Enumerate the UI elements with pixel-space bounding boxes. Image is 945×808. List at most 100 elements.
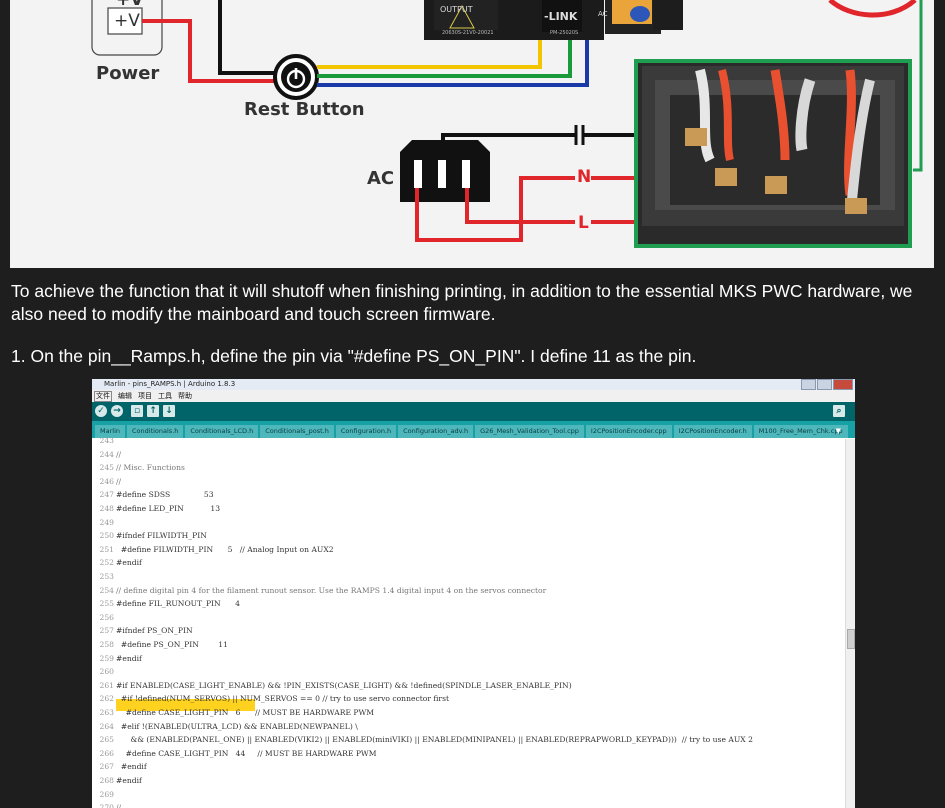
line-number: 246 <box>99 476 115 486</box>
code-line[interactable]: 266 #define CASE_LIGHT_PIN 44 // MUST BE… <box>92 747 377 760</box>
code-line[interactable]: 252 #endif <box>92 556 142 569</box>
line-number: 249 <box>99 517 115 527</box>
tab-configuration[interactable]: Configuration.h <box>335 425 397 438</box>
code-line[interactable]: 255 #define FIL_RUNOUT_PIN 4 <box>92 597 241 610</box>
code-editor[interactable]: 243 244//245// Misc. Functions 246//247 #de… <box>92 436 855 808</box>
line-number: 262 <box>99 694 115 704</box>
maximize-button[interactable] <box>817 379 832 390</box>
line-text: && (ENABLED(PANEL_ONE) || ENABLED(VIKI2)… <box>116 735 753 745</box>
line-number: 254 <box>99 585 115 595</box>
verify-icon[interactable]: ✓ <box>95 405 107 417</box>
code-line[interactable]: 263 #define CASE_LIGHT_PIN 6 // MUST BE … <box>92 706 375 719</box>
ide-menu-bar: 文件 编辑 项目 工具 帮助 <box>92 390 855 402</box>
wiring-diagram: +V +V Power Rest Button AC N L OUTPUT -L… <box>10 0 934 268</box>
code-line[interactable]: 248 #define LED_PIN 13 <box>92 502 221 515</box>
ide-title-bar: Marlin - pins_RAMPS.h | Arduino 1.8.3 <box>92 379 855 390</box>
tab-configuration-adv[interactable]: Configuration_adv.h <box>398 425 474 438</box>
code-line[interactable]: 251 #define FILWIDTH_PIN 5 // Analog Inp… <box>92 543 334 556</box>
tab-i2c-encoder-cpp[interactable]: I2CPositionEncoder.cpp <box>585 425 672 438</box>
code-line[interactable]: 247 #define SDSS 53 <box>92 488 214 501</box>
code-line[interactable]: 267 #endif <box>92 760 147 773</box>
arduino-ide-window: Marlin - pins_RAMPS.h | Arduino 1.8.3 文件… <box>92 379 855 808</box>
menu-tools[interactable]: 工具 <box>158 390 172 402</box>
line-number: 265 <box>99 735 115 745</box>
line-number: 266 <box>99 748 115 758</box>
code-line[interactable]: 269 <box>92 788 116 801</box>
line-number: 269 <box>99 789 115 799</box>
ide-title: Marlin - pins_RAMPS.h | Arduino 1.8.3 <box>104 380 236 388</box>
code-line[interactable]: 243 <box>92 434 116 447</box>
code-line[interactable]: 244// <box>92 448 122 461</box>
serial-monitor-icon[interactable]: ⌕ <box>833 405 845 417</box>
line-text: #define CASE_LIGHT_PIN 6 // MUST BE HARD… <box>116 708 375 717</box>
editor-scrollbar[interactable] <box>845 439 855 808</box>
code-line[interactable]: 257 #ifndef PS_ON_PIN <box>92 624 193 637</box>
line-number: 270 <box>99 803 115 808</box>
rest-button-label: Rest Button <box>244 99 365 120</box>
wiring-diagram-graphic <box>91 0 923 248</box>
code-line[interactable]: 268 #endif <box>92 774 142 787</box>
close-button[interactable] <box>833 379 853 390</box>
code-line[interactable]: 258 #define PS_ON_PIN 11 <box>92 638 228 651</box>
menu-file[interactable]: 文件 <box>94 391 112 402</box>
minimize-button[interactable] <box>801 379 816 390</box>
line-number: 264 <box>99 721 115 731</box>
line-text: // <box>116 449 122 459</box>
line-text: #ifndef PS_ON_PIN <box>116 626 193 636</box>
ac-label: AC <box>367 168 395 189</box>
new-icon[interactable]: ▫ <box>131 405 143 417</box>
code-line[interactable]: 264 #elif !(ENABLED(ULTRA_LCD) && ENABLE… <box>92 720 358 733</box>
open-icon[interactable]: ↑ <box>147 405 159 417</box>
code-line[interactable]: 260 <box>92 665 116 678</box>
tab-m100[interactable]: M100_Free_Mem_Chk.cpp <box>753 425 848 438</box>
module-brand-text: -LINK <box>544 10 578 23</box>
menu-edit[interactable]: 编辑 <box>118 390 132 402</box>
code-line[interactable]: 246// <box>92 475 122 488</box>
line-number: 257 <box>99 626 115 636</box>
code-line[interactable]: 253 <box>92 570 116 583</box>
upload-icon[interactable]: → <box>111 405 123 417</box>
save-icon[interactable]: ↓ <box>163 405 175 417</box>
code-line[interactable]: 254// define digital pin 4 for the filam… <box>92 584 547 597</box>
code-line[interactable]: 256 <box>92 611 116 624</box>
module-serial-text-2: PM-25020S <box>550 30 579 36</box>
line-text: #endif <box>116 558 142 568</box>
line-text: // <box>116 476 122 486</box>
scrollbar-thumb[interactable] <box>847 629 855 649</box>
tab-overflow-icon[interactable]: ▼ <box>836 427 841 435</box>
tab-conditionals[interactable]: Conditionals.h <box>127 425 184 438</box>
ide-tab-bar: Marlin Conditionals.h Conditionals_LCD.h… <box>92 421 855 438</box>
line-number: 253 <box>99 572 115 581</box>
menu-help[interactable]: 帮助 <box>178 390 192 402</box>
line-number: 255 <box>99 599 115 609</box>
menu-sketch[interactable]: 项目 <box>138 390 152 402</box>
code-line[interactable]: 245// Misc. Functions <box>92 461 185 474</box>
code-line[interactable]: 262 #if !defined(NUM_SERVOS) || NUM_SERV… <box>92 692 450 705</box>
line-text: #define CASE_LIGHT_PIN 44 // MUST BE HAR… <box>116 748 377 758</box>
tab-conditionals-post[interactable]: Conditionals_post.h <box>260 425 334 438</box>
line-number: 259 <box>99 653 115 663</box>
module-serial-text: 20630S-21V0-20021 <box>442 30 494 36</box>
tab-g26-mesh[interactable]: G26_Mesh_Validation_Tool.cpp <box>475 425 584 438</box>
tab-conditionals-lcd[interactable]: Conditionals_LCD.h <box>185 425 259 438</box>
line-text: #ifndef FILWIDTH_PIN <box>116 531 207 541</box>
line-text: #if !defined(NUM_SERVOS) || NUM_SERVOS =… <box>116 694 450 704</box>
line-text: #define FILWIDTH_PIN 5 // Analog Input o… <box>116 544 334 554</box>
line-text: #endif <box>116 762 147 772</box>
code-line[interactable]: 259 #endif <box>92 652 142 665</box>
code-line[interactable]: 265 && (ENABLED(PANEL_ONE) || ENABLED(VI… <box>92 733 753 746</box>
code-line[interactable]: 249 <box>92 516 116 529</box>
line-number: 267 <box>99 762 115 772</box>
code-line[interactable]: 270// <box>92 801 122 808</box>
tab-i2c-encoder-h[interactable]: I2CPositionEncoder.h <box>673 425 752 438</box>
line-number: 251 <box>99 544 115 554</box>
code-line[interactable]: 261 #if ENABLED(CASE_LIGHT_ENABLE) && !PI… <box>92 679 572 692</box>
line-number: 248 <box>99 504 115 513</box>
code-line[interactable]: 250 #ifndef FILWIDTH_PIN <box>92 529 207 542</box>
line-number: 258 <box>99 640 115 649</box>
line-text: #define PS_ON_PIN 11 <box>116 640 228 649</box>
line-number: 245 <box>99 463 115 473</box>
ide-toolbar: ✓ → ▫ ↑ ↓ ⌕ <box>92 402 855 421</box>
power-label: Power <box>96 63 160 84</box>
module-output-text: OUTPUT <box>440 5 473 14</box>
